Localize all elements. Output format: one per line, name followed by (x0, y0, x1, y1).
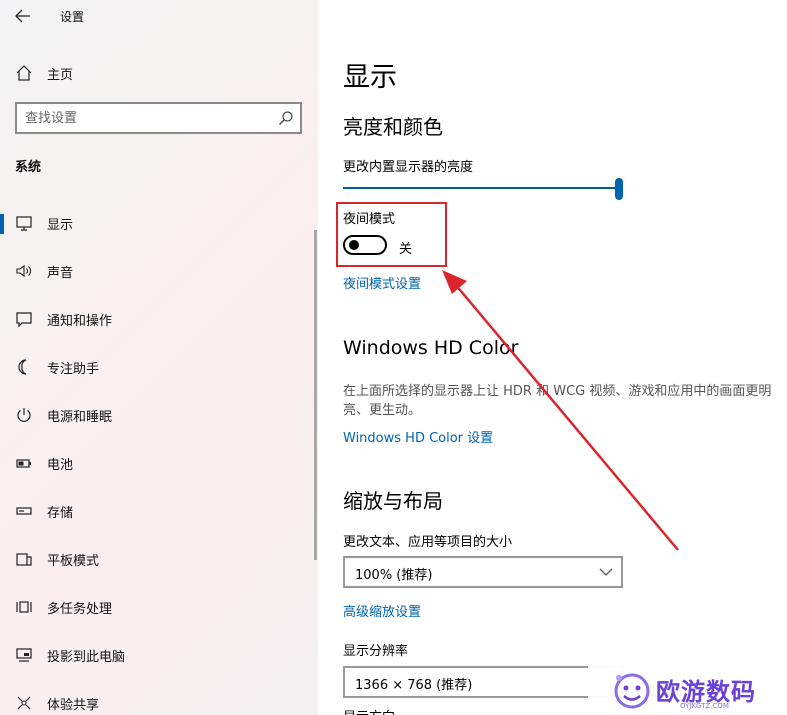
page-title: 显示 (343, 62, 397, 93)
sidebar-item-multitasking[interactable]: 多任务处理 (0, 587, 318, 627)
scale-heading: 缩放与布局 (343, 489, 443, 513)
notification-icon (16, 312, 32, 328)
logo-icon (614, 673, 650, 709)
sidebar-item-label: 声音 (47, 265, 74, 281)
hdr-description: 在上面所选择的显示器上让 HDR 和 WCG 视频、游戏和应用中的画面更明亮、更… (343, 384, 772, 418)
sidebar-item-label: 存储 (47, 505, 74, 521)
sidebar-item-power[interactable]: 电源和睡眠 (0, 395, 318, 435)
sidebar-item-tablet-mode[interactable]: 平板模式 (0, 539, 318, 579)
speaker-icon (16, 264, 31, 278)
sidebar-item-label: 专注助手 (47, 361, 100, 377)
share-icon (17, 696, 31, 710)
window-title: 设置 (60, 10, 85, 24)
scale-value: 100% (推荐) (355, 568, 433, 583)
sidebar-item-project[interactable]: 投影到此电脑 (0, 635, 318, 675)
home-icon (16, 65, 32, 81)
power-icon (17, 408, 31, 422)
scale-dropdown[interactable]: 100% (推荐) (343, 556, 623, 588)
brightness-slider-track[interactable] (343, 187, 619, 189)
hdr-heading: Windows HD Color (343, 337, 519, 359)
sidebar-item-label: 电源和睡眠 (47, 409, 113, 425)
tablet-icon (16, 553, 32, 566)
night-light-settings-link[interactable]: 夜间模式设置 (343, 273, 421, 292)
sidebar-item-label: 投影到此电脑 (47, 649, 126, 665)
sidebar-item-sound[interactable]: 声音 (0, 251, 318, 291)
title-bar: 设置 (0, 0, 318, 32)
search-icon[interactable] (278, 110, 294, 126)
sidebar-item-display[interactable]: 显示 (0, 203, 318, 243)
arrow-left-icon (15, 9, 30, 23)
sidebar-item-shared-experiences[interactable]: 体验共享 (0, 683, 318, 715)
search-box[interactable] (15, 102, 302, 134)
night-light-toggle[interactable] (343, 235, 387, 255)
storage-icon (16, 507, 32, 515)
brightness-slider-thumb[interactable] (615, 178, 623, 200)
orientation-label-partial: 显示方向 (343, 706, 395, 715)
night-light-label: 夜间模式 (343, 212, 396, 227)
sidebar-scrollbar[interactable] (314, 230, 317, 560)
project-icon (16, 648, 32, 662)
brightness-heading: 亮度和颜色 (343, 115, 443, 139)
search-input[interactable] (25, 109, 265, 127)
sidebar-item-label: 主页 (47, 67, 74, 83)
sidebar: 设置 主页 系统 显示 声音 通知和操作 专注助手 电源和睡眠 电池 存储 (0, 0, 318, 715)
sidebar-item-storage[interactable]: 存储 (0, 491, 318, 531)
sidebar-item-focus-assist[interactable]: 专注助手 (0, 347, 318, 387)
main-content: 显示 亮度和颜色 更改内置显示器的亮度 夜间模式 关 夜间模式设置 Window… (318, 0, 787, 715)
sidebar-item-label: 电池 (47, 457, 74, 473)
multitask-icon (16, 601, 32, 613)
moon-icon (18, 359, 27, 375)
hdr-settings-link[interactable]: Windows HD Color 设置 (343, 427, 493, 446)
night-light-state: 关 (399, 242, 413, 257)
advanced-scaling-link[interactable]: 高级缩放设置 (343, 601, 421, 620)
battery-icon (16, 459, 31, 468)
resolution-dropdown[interactable]: 1366 × 768 (推荐) (343, 666, 623, 698)
chevron-down-icon (599, 568, 613, 576)
back-button[interactable] (12, 6, 34, 26)
watermark-url: OYJKGTZ.COM (680, 702, 729, 710)
section-heading: 系统 (15, 160, 42, 175)
sidebar-item-battery[interactable]: 电池 (0, 443, 318, 483)
sidebar-item-label: 显示 (47, 217, 74, 233)
toggle-knob (349, 240, 359, 250)
resolution-value: 1366 × 768 (推荐) (355, 678, 473, 693)
selection-indicator (0, 214, 4, 234)
sidebar-item-label: 平板模式 (47, 553, 100, 569)
brightness-label: 更改内置显示器的亮度 (343, 160, 474, 175)
sidebar-item-label: 多任务处理 (47, 601, 113, 617)
sidebar-item-notifications[interactable]: 通知和操作 (0, 299, 318, 339)
sidebar-item-label: 通知和操作 (47, 313, 113, 329)
sidebar-item-home[interactable]: 主页 (0, 56, 318, 90)
sidebar-item-label: 体验共享 (47, 697, 100, 713)
resolution-label: 显示分辨率 (343, 644, 409, 659)
scale-label: 更改文本、应用等项目的大小 (343, 535, 513, 550)
monitor-icon (16, 216, 32, 231)
watermark: 欧游数码 OYJKGTZ.COM (588, 664, 787, 715)
